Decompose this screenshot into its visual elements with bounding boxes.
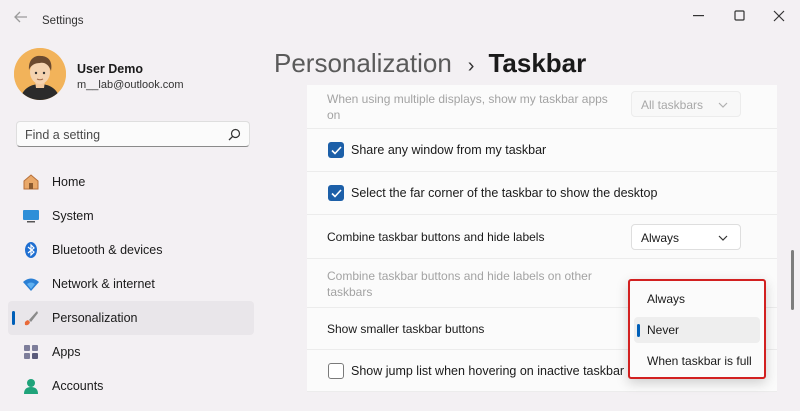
sidebar-item-label: Network & internet [52,277,155,291]
sidebar-item-label: Bluetooth & devices [52,243,163,257]
menu-option-label: Always [647,292,686,306]
menu-option-never[interactable]: Never [634,317,760,343]
setting-label: Share any window from my taskbar [351,143,547,157]
breadcrumb-separator: › [467,55,475,77]
breadcrumb-parent[interactable]: Personalization [274,48,452,79]
dropdown-value: All taskbars [641,98,704,112]
search-input[interactable] [25,126,225,143]
sidebar-item-label: Apps [52,345,81,359]
brush-icon [22,309,40,327]
sidebar-item-label: Personalization [52,311,138,325]
multi-display-dropdown[interactable]: All taskbars [631,91,741,117]
search-icon[interactable] [228,128,241,141]
active-indicator [12,311,15,325]
far-corner-checkbox[interactable] [328,185,344,201]
sidebar-item-accounts[interactable]: Accounts [8,369,254,403]
sidebar-item-network[interactable]: Network & internet [8,267,254,301]
maximize-button[interactable] [726,6,754,26]
menu-option-label: When taskbar is full [647,354,752,368]
sidebar-item-label: Home [52,175,86,189]
chevron-down-icon [718,235,728,241]
sidebar-item-system[interactable]: System [8,199,254,233]
setting-row-multi-display: When using multiple displays, show my ta… [307,85,777,129]
back-arrow-icon[interactable] [14,11,28,23]
user-name: User Demo [77,62,143,76]
system-icon [22,207,40,225]
setting-label: Select the far corner of the taskbar to … [351,186,658,200]
window-title: Settings [42,15,84,27]
sidebar-item-apps[interactable]: Apps [8,335,254,369]
accounts-icon [22,377,40,395]
sidebar-item-label: System [52,209,94,223]
page-title: Taskbar [488,48,587,78]
dropdown-value: Always [641,231,680,245]
minimize-icon [693,15,704,17]
avatar[interactable] [14,48,66,100]
setting-label: When using multiple displays, show my ta… [327,92,608,122]
search-box[interactable] [16,121,250,147]
maximize-icon [734,10,745,21]
title-bar: Settings [0,0,800,34]
home-icon [22,173,40,191]
setting-label: Combine taskbar buttons and hide labels [327,230,545,244]
setting-label: Show smaller taskbar buttons [327,322,485,336]
apps-icon [22,343,40,361]
sidebar-item-label: Accounts [52,379,104,393]
menu-option-label: Never [647,323,680,337]
setting-label: Show jump list when hovering on inactive… [351,364,649,378]
jump-list-checkbox[interactable] [328,363,344,379]
sidebar-item-bluetooth[interactable]: Bluetooth & devices [8,233,254,267]
close-icon [773,10,785,22]
minimize-button[interactable] [685,6,713,26]
scrollbar-thumb[interactable] [791,250,794,310]
user-email: m__lab@outlook.com [77,79,184,91]
network-icon [22,275,40,293]
sidebar-nav: Home System Bluetooth & devices Network … [8,165,254,403]
setting-label: Combine taskbar buttons and hide labels … [327,269,592,299]
sidebar-item-personalization[interactable]: Personalization [8,301,254,335]
checkmark-icon [330,188,342,198]
menu-option-always[interactable]: Always [634,286,760,312]
close-button[interactable] [765,6,793,26]
menu-option-when-full[interactable]: When taskbar is full [634,348,760,374]
share-window-checkbox[interactable] [328,142,344,158]
selected-indicator [637,324,640,337]
combine-dropdown[interactable]: Always [631,224,741,250]
chevron-down-icon [718,102,728,108]
bluetooth-icon [22,241,40,259]
checkmark-icon [330,145,342,155]
setting-row-share-window: Share any window from my taskbar [307,129,777,172]
dropdown-menu: Always Never When taskbar is full [628,279,766,379]
setting-row-far-corner: Select the far corner of the taskbar to … [307,172,777,215]
sidebar-item-home[interactable]: Home [8,165,254,199]
breadcrumb: Personalization › Taskbar [274,48,586,79]
setting-row-combine: Combine taskbar buttons and hide labels … [307,215,777,259]
